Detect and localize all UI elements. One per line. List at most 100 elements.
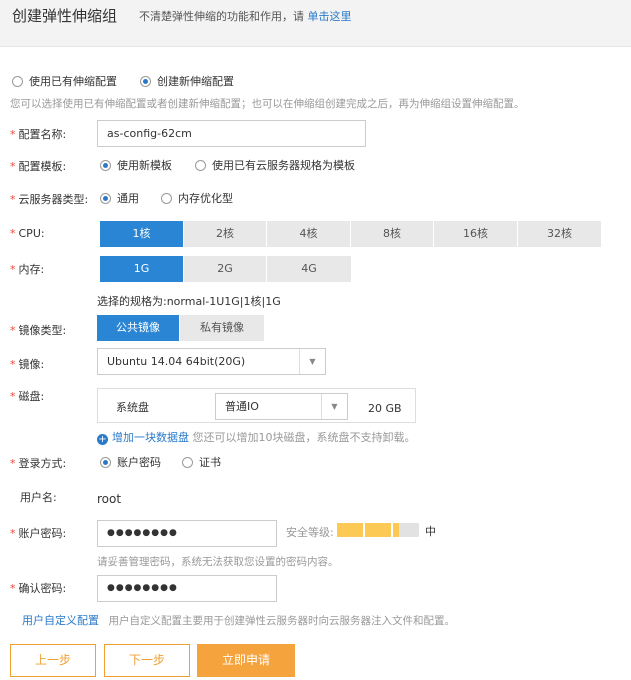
label-text: CPU: [18,227,45,240]
radio-label: 内存优化型 [178,192,233,205]
memory-option-1g[interactable]: 1G [100,256,184,282]
user-config-row: 用户自定义配置 用户自定义配置主要用于创建弹性云服务器时向云服务器注入文件和配置… [22,612,455,628]
required-mark: * [10,390,16,403]
disk-label: * 磁盘: [10,388,44,404]
add-disk-text: 增加一块数据盘 [112,431,189,444]
label-text: 磁盘: [18,390,45,403]
cpu-option-1[interactable]: 1核 [100,221,184,247]
label-text: 内存: [18,263,45,276]
next-button[interactable]: 下一步 [104,644,190,677]
user-config-hint: 用户自定义配置主要用于创建弹性云服务器时向云服务器注入文件和配置。 [108,615,456,627]
chevron-down-icon: ▼ [321,394,347,419]
label-text: 配置模板: [18,160,67,173]
radio-use-existing-config[interactable]: 使用已有伸缩配置 [12,73,117,89]
page-title: 创建弹性伸缩组 [12,7,118,25]
radio-icon [100,160,111,171]
strength-fill [337,523,399,537]
cpu-label: * CPU: [10,227,45,240]
cpu-option-4[interactable]: 4核 [267,221,351,247]
required-mark: * [10,457,16,470]
cpu-option-32[interactable]: 32核 [518,221,601,247]
help-link[interactable]: 单击这里 [308,10,352,23]
radio-login-password[interactable]: 账户密码 [100,454,161,470]
password-hint: 请妥善管理密码，系统无法获取您设置的密码内容。 [97,556,339,568]
password-strength-label: 安全等级: [286,526,334,539]
required-mark: * [10,358,16,371]
required-mark: * [10,128,16,141]
prev-button[interactable]: 上一步 [10,644,96,677]
required-mark: * [10,324,16,337]
disk-type-select[interactable]: 普通IO ▼ [215,393,348,420]
radio-icon [100,193,111,204]
page-header: 创建弹性伸缩组 不清楚弹性伸缩的功能和作用，请 单击这里 [0,0,631,47]
radio-icon [161,193,172,204]
radio-icon [140,76,151,87]
disk-box: 系统盘 普通IO ▼ 20 GB [97,388,416,423]
radio-icon [195,160,206,171]
radio-existing-server-template[interactable]: 使用已有云服务器规格为模板 [195,157,355,173]
header-hint: 不清楚弹性伸缩的功能和作用，请 单击这里 [139,8,352,24]
radio-icon [182,457,193,468]
add-disk-hint: 您还可以增加10块磁盘，系统盘不支持卸载。 [192,431,416,444]
config-template-label: * 配置模板: [10,158,66,174]
image-label: * 镜像: [10,356,44,372]
confirm-password-input[interactable]: ●●●●●●●● [97,575,277,602]
chevron-down-icon: ▼ [299,349,325,374]
server-type-label: * 云服务器类型: [10,191,88,207]
disk-type-value: 普通IO [225,400,259,413]
memory-label: * 内存: [10,261,44,277]
radio-label: 使用已有伸缩配置 [29,75,117,88]
username-value: root [97,492,122,506]
label-text: 确认密码: [18,582,67,595]
radio-icon [100,457,111,468]
radio-label: 通用 [117,192,139,205]
radio-server-memory-optimized[interactable]: 内存优化型 [161,190,233,206]
config-name-input[interactable]: as-config-62cm [97,120,366,147]
label-text: 账户密码: [18,527,67,540]
radio-label: 创建新伸缩配置 [157,75,234,88]
system-disk-label: 系统盘 [116,401,149,414]
image-type-public[interactable]: 公共镜像 [97,315,180,341]
config-name-label: * 配置名称: [10,126,66,142]
password-label: * 账户密码: [10,525,66,541]
radio-login-certificate[interactable]: 证书 [182,454,221,470]
label-text: 云服务器类型: [18,193,89,206]
image-type-private[interactable]: 私有镜像 [180,315,264,341]
cpu-option-8[interactable]: 8核 [351,221,434,247]
label-text: 镜像类型: [18,324,67,337]
memory-option-4g[interactable]: 4G [267,256,351,282]
required-mark: * [10,193,16,206]
password-strength-text: 中 [425,525,436,538]
label-text: 镜像: [18,358,45,371]
image-select-value: Ubuntu 14.04 64bit(20G) [107,355,246,368]
disk-size: 20 GB [368,402,402,415]
required-mark: * [10,263,16,276]
required-mark: * [10,582,16,595]
label-text: 配置名称: [18,128,67,141]
radio-create-new-config[interactable]: 创建新伸缩配置 [140,73,234,89]
required-mark: * [10,160,16,173]
strength-divider [391,523,393,537]
plus-icon: + [97,434,108,445]
submit-button[interactable]: 立即申请 [197,644,295,677]
required-mark: * [10,527,16,540]
cpu-option-2[interactable]: 2核 [184,221,267,247]
password-strength-meter [337,523,419,537]
password-input[interactable]: ●●●●●●●● [97,520,277,547]
radio-new-template[interactable]: 使用新模板 [100,157,172,173]
required-mark: * [10,227,16,240]
selected-spec-text: 选择的规格为:normal-1U1G|1核|1G [97,295,281,308]
radio-icon [12,76,23,87]
add-disk-row: + 增加一块数据盘 您还可以增加10块磁盘，系统盘不支持卸载。 [97,429,416,445]
cpu-option-16[interactable]: 16核 [434,221,518,247]
add-data-disk-link[interactable]: + 增加一块数据盘 [97,431,189,445]
login-method-label: * 登录方式: [10,455,66,471]
username-label: 用户名: [20,491,57,504]
image-type-label: * 镜像类型: [10,322,66,338]
memory-option-2g[interactable]: 2G [184,256,267,282]
image-select[interactable]: Ubuntu 14.04 64bit(20G) ▼ [97,348,326,375]
radio-server-general[interactable]: 通用 [100,190,139,206]
user-config-link[interactable]: 用户自定义配置 [22,614,99,627]
config-mode-description: 您可以选择使用已有伸缩配置或者创建新伸缩配置；也可以在伸缩组创建完成之后，再为伸… [10,98,525,110]
radio-label: 使用新模板 [117,159,172,172]
